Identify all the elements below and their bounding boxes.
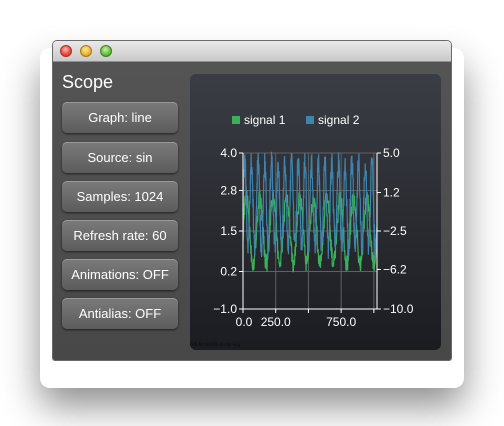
y-left-tick-label-1: 2.8 (220, 183, 237, 197)
minimize-button[interactable] (80, 45, 92, 57)
graph-type-button[interactable]: Graph: line (62, 102, 178, 133)
legend-label-2: signal 2 (318, 113, 360, 127)
chart-panel: 4.0 2.8 1.5 0.2 −1.0 5.0 1.2 −2.5 −6.2 −10.0 0.0 25… (190, 74, 441, 350)
y-left-tick-label-0: 4.0 (220, 146, 237, 160)
y-right-tick-label-4: −10.0 (383, 302, 414, 316)
title-bar[interactable] (53, 41, 451, 62)
scope-title: Scope (62, 72, 114, 92)
legend-swatch-1 (232, 116, 240, 124)
y-right-tick-label-1: 1.2 (383, 186, 400, 200)
source-button[interactable]: Source: sin (62, 142, 178, 173)
x-tick-label-0: 0.0 (236, 315, 253, 329)
y-right-tick-label-3: −6.2 (383, 262, 407, 276)
y-left-tick-label-4: −1.0 (213, 302, 237, 316)
legend-label-1: signal 1 (244, 113, 286, 127)
scope-chart: 4.0 2.8 1.5 0.2 −1.0 5.0 1.2 −2.5 −6.2 −10.0 0.0 25… (213, 113, 414, 329)
x-tick-label-2: 750.0 (326, 315, 356, 329)
y-right-tick-label-0: 5.0 (383, 146, 400, 160)
y-right-tick-label-2: −2.5 (383, 224, 407, 238)
samples-button[interactable]: Samples: 1024 (62, 181, 178, 212)
fps-status-text: FPS 60.00 FPS 60.00 Avg (190, 342, 240, 347)
app-window: Scope Graph: line Source: sin Samples: 1… (52, 40, 452, 361)
main-content: Scope Graph: line Source: sin Samples: 1… (53, 62, 451, 360)
animations-button[interactable]: Animations: OFF (62, 259, 178, 290)
y-left-tick-label-3: 0.2 (220, 265, 237, 279)
zoom-button[interactable] (100, 45, 112, 57)
refresh-rate-button[interactable]: Refresh rate: 60 (62, 220, 178, 251)
antialias-button[interactable]: Antialias: OFF (62, 298, 178, 329)
x-tick-label-1: 250.0 (261, 315, 291, 329)
close-button[interactable] (60, 45, 72, 57)
legend-swatch-2 (306, 116, 314, 124)
y-left-tick-label-2: 1.5 (220, 224, 237, 238)
series-line-2 (242, 151, 378, 259)
